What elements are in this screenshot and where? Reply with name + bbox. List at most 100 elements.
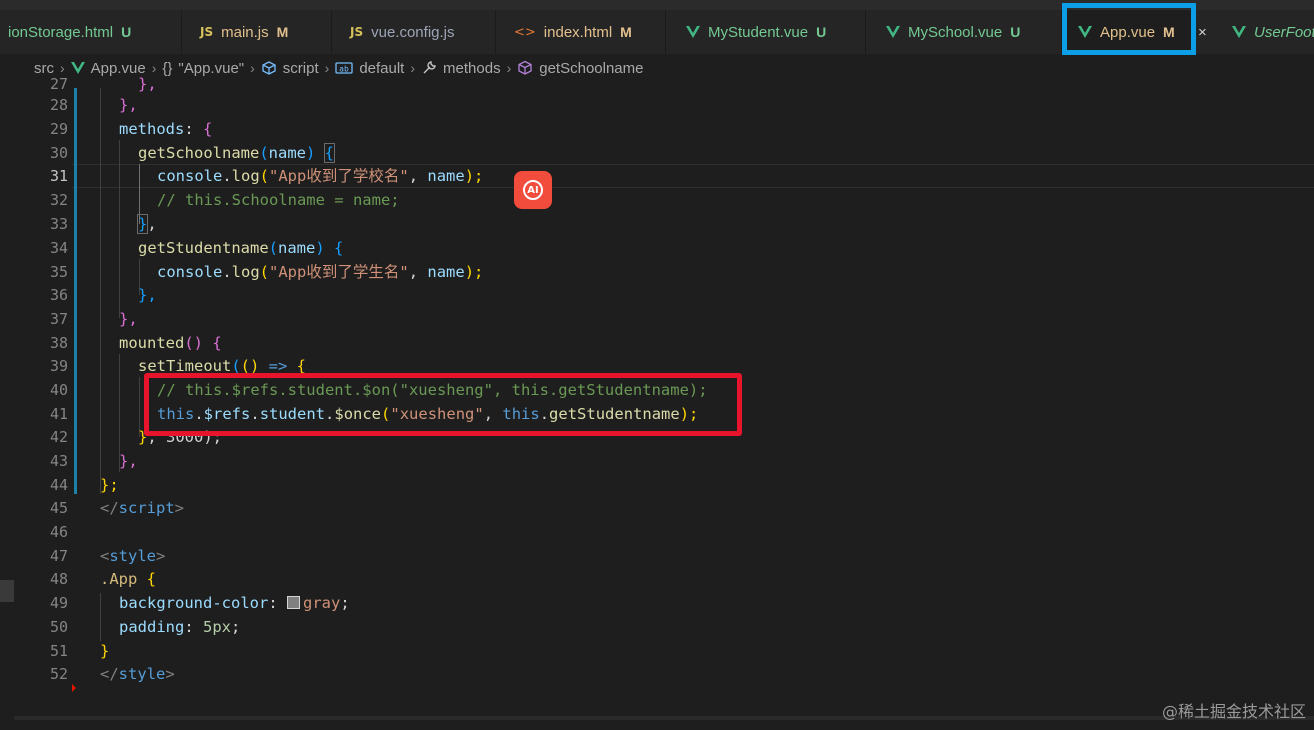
code-token: </ [100, 499, 119, 517]
code-token: ) [306, 144, 325, 162]
line-number: 49 [49, 594, 68, 612]
tab-main-js[interactable]: JS main.js M [182, 10, 332, 54]
line-number: 32 [49, 191, 68, 209]
method-cube-icon [518, 60, 532, 75]
code-token: { [334, 239, 344, 257]
activity-bar-indicator [0, 580, 14, 602]
code-token: > [156, 547, 166, 565]
tab-sessionstorage-html[interactable]: ionStorage.html U [0, 10, 182, 54]
matching-bracket: } [136, 214, 149, 234]
chevron-right-icon: › [324, 60, 330, 76]
breadcrumb-script[interactable]: script [283, 60, 319, 77]
breadcrumb-methods[interactable]: methods [443, 60, 501, 77]
code-token: log [231, 167, 260, 185]
tab-vue-config-js[interactable]: JS vue.config.js [332, 10, 496, 54]
chevron-right-icon: › [410, 60, 416, 76]
annotation-highlight-box [144, 373, 742, 436]
breadcrumb-default[interactable]: default [359, 60, 404, 77]
code-token: ( [259, 144, 269, 162]
indent-guide [100, 88, 101, 494]
code-line-43: }, [119, 449, 138, 473]
deleted-lines-marker [72, 684, 76, 692]
code-token: background-color [119, 594, 269, 612]
code-line-32: // this.Schoolname = name; [157, 188, 400, 212]
code-token: }, [119, 310, 138, 328]
line-number: 34 [49, 239, 68, 257]
tab-label: index.html [543, 23, 613, 41]
color-swatch-icon[interactable] [286, 596, 300, 609]
code-token: , [408, 263, 428, 281]
code-token: name [268, 144, 306, 162]
code-token: mounted [119, 334, 185, 352]
code-line-51: } [100, 639, 109, 663]
code-token: "App收到了学生名" [269, 263, 409, 281]
code-token: < [100, 547, 110, 565]
line-number: 37 [49, 310, 68, 328]
tab-mystudent-vue[interactable]: MyStudent.vue U [666, 10, 866, 54]
line-number: 46 [49, 523, 68, 541]
line-number: 41 [49, 405, 68, 423]
breadcrumb-function[interactable]: getSchoolname [539, 60, 643, 77]
modified-lines-gutter-bar [74, 88, 77, 494]
code-token: } [100, 642, 110, 660]
code-line-34: getStudentname(name) { [138, 236, 343, 260]
js-file-icon: JS [350, 25, 364, 39]
tab-label: UserFoot [1254, 23, 1314, 41]
code-token: getStudentname [138, 239, 269, 257]
braces-icon: {} [162, 59, 173, 77]
line-number: 28 [49, 96, 68, 114]
wrench-icon [423, 61, 436, 74]
code-line-30: getSchoolname(name) { [138, 141, 336, 165]
code-token: , [147, 215, 157, 233]
code-token: { [137, 570, 156, 588]
tab-status-badge: U [816, 24, 827, 40]
ai-assistant-button[interactable]: AI [514, 171, 552, 209]
code-line-45: </script> [100, 496, 184, 520]
code-line-29: methods: { [119, 117, 212, 141]
code-token: : [184, 120, 203, 138]
code-token: log [231, 263, 260, 281]
tab-label: vue.config.js [371, 23, 455, 41]
line-number: 38 [49, 334, 68, 352]
tab-label: ionStorage.html [8, 23, 114, 41]
code-line-37: }, [119, 307, 138, 331]
line-number: 43 [49, 452, 68, 470]
code-line-28: }, [119, 93, 138, 117]
horizontal-scrollbar[interactable] [14, 716, 1314, 720]
code-token: padding [119, 618, 185, 636]
breadcrumb-block[interactable]: "App.vue" [178, 60, 244, 77]
code-line-50: padding: 5px; [119, 615, 240, 639]
tab-label: MySchool.vue [908, 23, 1003, 41]
code-token: }; [100, 476, 119, 494]
chevron-right-icon: › [250, 60, 255, 76]
code-line-52: </style> [100, 662, 175, 686]
tab-index-html[interactable]: <> index.html M [496, 10, 666, 54]
matching-bracket: { [323, 143, 336, 163]
tab-userfooter-vue[interactable]: UserFoot [1214, 10, 1314, 54]
line-number: 50 [49, 618, 68, 636]
code-line-47: <style> [100, 544, 165, 568]
tab-myschool-vue[interactable]: MySchool.vue U [866, 10, 1062, 54]
code-line-31: console.log("App收到了学校名", name); [157, 164, 483, 188]
line-number: 48 [49, 570, 68, 588]
code-token: ) [315, 239, 334, 257]
line-number: 29 [49, 120, 68, 138]
code-token: script [118, 499, 175, 517]
close-icon[interactable]: × [1198, 24, 1207, 41]
code-token: > [165, 665, 175, 683]
code-token: }, [138, 286, 157, 304]
code-line-44: }; [100, 473, 119, 497]
line-number: 30 [49, 144, 68, 162]
code-token: style [118, 665, 166, 683]
code-token: { [203, 120, 213, 138]
code-token: methods [119, 120, 185, 138]
cube-icon [262, 61, 276, 75]
tab-close-icon-area[interactable]: × [1196, 10, 1214, 54]
js-file-icon: JS [200, 25, 214, 39]
line-number-current: 31 [49, 167, 68, 185]
line-number: 52 [49, 665, 68, 683]
vue-file-icon [686, 26, 700, 38]
code-token: : [184, 618, 203, 636]
code-token: ( [259, 263, 270, 281]
line-number: 44 [49, 476, 68, 494]
